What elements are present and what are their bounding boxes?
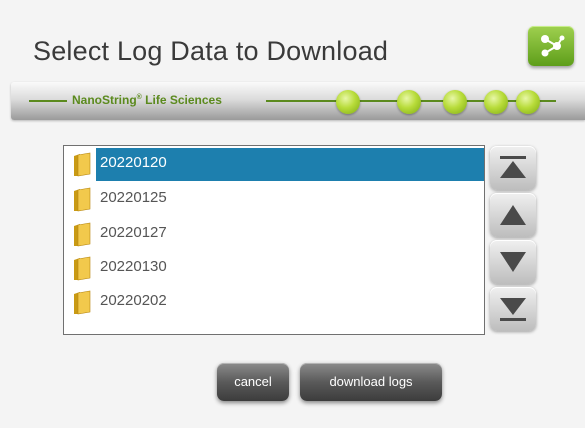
folder-icon	[74, 290, 91, 315]
scroll-to-top-button[interactable]	[490, 146, 536, 190]
list-item-label: 20220120	[100, 154, 167, 171]
progress-dot	[516, 90, 540, 114]
folder-icon	[74, 256, 91, 281]
list-item[interactable]: 20220130	[64, 250, 484, 284]
list-item-label: 20220127	[100, 224, 167, 241]
folder-icon	[74, 222, 91, 247]
brand-name: NanoString® Life Sciences	[72, 93, 222, 107]
network-icon	[541, 35, 565, 57]
list-item[interactable]: 20220202	[64, 284, 484, 318]
banner-line	[29, 100, 67, 102]
scroll-to-bottom-icon	[500, 298, 526, 321]
folder-icon	[74, 187, 91, 212]
progress-dot	[443, 90, 467, 114]
list-item-label: 20220130	[100, 258, 167, 275]
progress-dot	[397, 90, 421, 114]
scroll-to-top-icon	[500, 156, 526, 178]
scroll-up-button[interactable]	[490, 193, 536, 237]
list-item[interactable]: 20220127	[64, 216, 484, 250]
brand-banner: NanoString® Life Sciences	[11, 82, 585, 120]
log-folder-list[interactable]: 20220120 20220125 20220127 20220130 2022…	[63, 145, 485, 335]
scroll-down-button[interactable]	[490, 240, 536, 284]
list-item[interactable]: 20220125	[64, 181, 484, 215]
scroll-to-bottom-button[interactable]	[490, 287, 536, 331]
scroll-up-icon	[500, 205, 526, 225]
list-item[interactable]: 20220120	[64, 146, 484, 181]
network-icon-button[interactable]	[528, 26, 574, 66]
progress-dot	[336, 90, 360, 114]
download-logs-button[interactable]: download logs	[300, 363, 442, 401]
selection-highlight: 20220120	[96, 148, 484, 181]
cancel-button[interactable]: cancel	[217, 363, 289, 401]
progress-dot	[484, 90, 508, 114]
folder-icon	[74, 152, 91, 177]
page-title: Select Log Data to Download	[33, 36, 389, 66]
scroll-down-icon	[500, 252, 526, 272]
list-item-label: 20220202	[100, 292, 167, 309]
list-item-label: 20220125	[100, 189, 167, 206]
